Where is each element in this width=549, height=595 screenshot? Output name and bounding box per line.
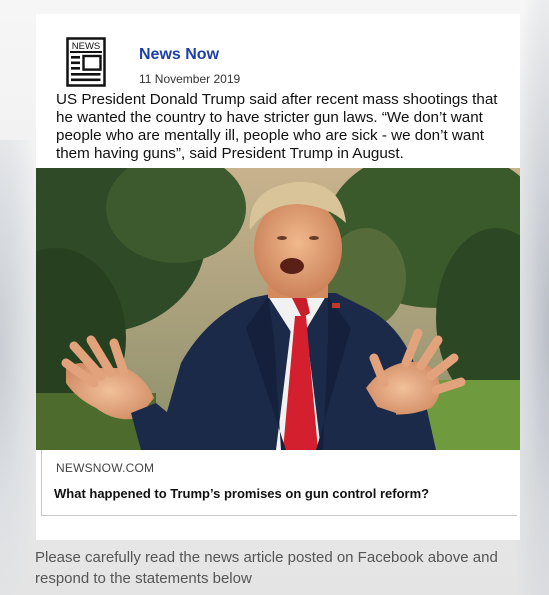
background-smoke-left — [0, 140, 40, 595]
news-photo[interactable] — [36, 168, 520, 450]
logo-text: NEWS — [72, 41, 101, 52]
post-text: US President Donald Trump said after rec… — [56, 91, 498, 162]
facebook-post-card: NEWS News Now 11 November 2019 US Presid… — [36, 14, 520, 540]
link-headline[interactable]: What happened to Trump’s promises on gun… — [54, 486, 429, 501]
link-domain: NEWSNOW.COM — [56, 461, 155, 475]
link-preview[interactable]: NEWSNOW.COM What happened to Trump’s pro… — [41, 450, 517, 516]
news-photo-image — [36, 168, 520, 450]
survey-instructions: Please carefully read the news article p… — [35, 549, 498, 587]
post-date: 11 November 2019 — [139, 72, 241, 86]
source-name[interactable]: News Now — [139, 46, 219, 64]
newspaper-icon: NEWS — [66, 37, 106, 87]
